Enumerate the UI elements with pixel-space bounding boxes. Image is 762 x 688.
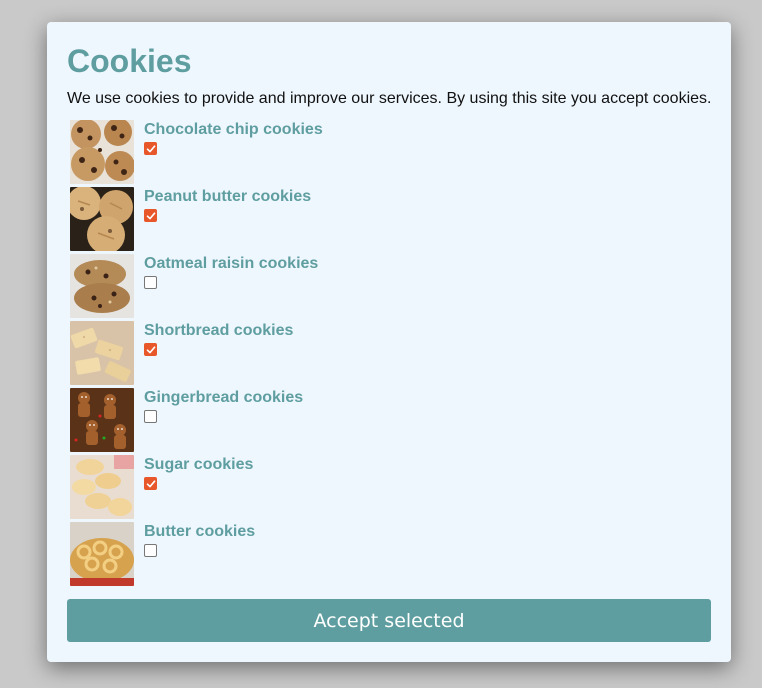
chocolate-chip-cookie-image bbox=[70, 120, 134, 184]
oatmeal-raisin-cookie-image bbox=[70, 254, 134, 318]
cookie-label: Oatmeal raisin cookies bbox=[144, 255, 319, 272]
cookie-checkbox-shortbread[interactable] bbox=[144, 343, 157, 356]
accept-selected-button[interactable]: Accept selected bbox=[67, 599, 711, 642]
cookie-list: Chocolate chip cookies Peanut butter coo… bbox=[70, 120, 670, 589]
cookie-checkbox-gingerbread[interactable] bbox=[144, 410, 157, 423]
cookie-checkbox-chocolate-chip[interactable] bbox=[144, 142, 157, 155]
cookie-item-peanut-butter: Peanut butter cookies bbox=[70, 187, 670, 254]
checkmark-icon bbox=[146, 480, 156, 488]
cookie-checkbox-butter[interactable] bbox=[144, 544, 157, 557]
peanut-butter-cookie-image bbox=[70, 187, 134, 251]
sugar-cookie-image bbox=[70, 455, 134, 519]
cookie-label: Shortbread cookies bbox=[144, 322, 294, 339]
cookie-label: Peanut butter cookies bbox=[144, 188, 312, 205]
cookie-label: Chocolate chip cookies bbox=[144, 121, 323, 138]
cookie-label: Gingerbread cookies bbox=[144, 389, 304, 406]
dialog-title: Cookies bbox=[67, 43, 192, 79]
cookie-checkbox-sugar[interactable] bbox=[144, 477, 157, 490]
cookie-label: Butter cookies bbox=[144, 523, 256, 540]
cookie-item-gingerbread: Gingerbread cookies bbox=[70, 388, 670, 455]
checkmark-icon bbox=[146, 145, 156, 153]
gingerbread-cookie-image bbox=[70, 388, 134, 452]
dialog-description: We use cookies to provide and improve ou… bbox=[67, 90, 712, 107]
cookie-item-oatmeal-raisin: Oatmeal raisin cookies bbox=[70, 254, 670, 321]
cookie-label: Sugar cookies bbox=[144, 456, 254, 473]
cookie-checkbox-oatmeal-raisin[interactable] bbox=[144, 276, 157, 289]
cookie-item-shortbread: Shortbread cookies bbox=[70, 321, 670, 388]
cookie-item-sugar: Sugar cookies bbox=[70, 455, 670, 522]
cookie-consent-dialog: Cookies We use cookies to provide and im… bbox=[47, 22, 731, 662]
butter-cookie-image bbox=[70, 522, 134, 586]
checkmark-icon bbox=[146, 346, 156, 354]
shortbread-cookie-image bbox=[70, 321, 134, 385]
checkmark-icon bbox=[146, 212, 156, 220]
cookie-item-butter: Butter cookies bbox=[70, 522, 670, 589]
cookie-checkbox-peanut-butter[interactable] bbox=[144, 209, 157, 222]
cookie-item-chocolate-chip: Chocolate chip cookies bbox=[70, 120, 670, 187]
